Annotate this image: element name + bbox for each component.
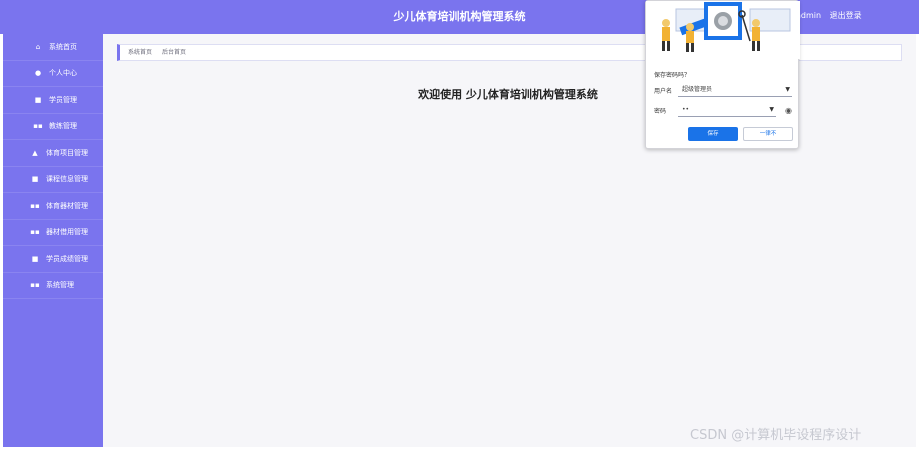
sidebar-item-grades[interactable]: ■ 学员成绩管理 xyxy=(3,246,103,273)
sidebar-item-courses[interactable]: ■ 课程信息管理 xyxy=(3,167,103,193)
sidebar-item-students[interactable]: ■ 学员管理 xyxy=(3,87,103,114)
sidebar-item-system[interactable]: ▪▪ 系统管理 xyxy=(3,273,103,299)
username-label: 用户名 xyxy=(654,87,673,95)
password-label: 密码 xyxy=(654,107,667,115)
sidebar-item-label: 学员管理 xyxy=(49,95,77,104)
user-icon: ● xyxy=(34,69,42,78)
username-value: 超级管理员 xyxy=(682,86,713,93)
sidebar-item-label: 个人中心 xyxy=(49,69,77,78)
popup-buttons: 保存 一律不 xyxy=(688,127,793,141)
sidebar-item-label: 学员成绩管理 xyxy=(46,254,88,263)
sidebar-item-sports[interactable]: ▲ 体育项目管理 xyxy=(3,140,103,167)
watermark: CSDN @计算机毕设程序设计 xyxy=(690,428,862,443)
sidebar-item-home[interactable]: ⌂ 系统首页 xyxy=(3,34,103,61)
user-area: admin 退出登录 xyxy=(796,10,868,21)
sidebar-item-label: 体育器材管理 xyxy=(46,201,88,210)
sidebar-item-label: 系统管理 xyxy=(46,281,74,290)
password-value: •• xyxy=(682,106,690,113)
sidebar-item-label: 器材借用管理 xyxy=(46,228,88,237)
sidebar-item-label: 课程信息管理 xyxy=(46,175,88,184)
sidebar-item-borrowing[interactable]: ▪▪ 器材借用管理 xyxy=(3,220,103,246)
username-select[interactable]: 超级管理员 ▼ xyxy=(678,83,792,97)
shield-icon: ■ xyxy=(34,95,42,104)
breadcrumb-home[interactable]: 系统首页 xyxy=(128,49,152,56)
grid-icon: ▪▪ xyxy=(30,228,40,237)
grid-icon: ▪▪ xyxy=(30,201,40,210)
shield-icon: ■ xyxy=(31,254,39,263)
sidebar-item-profile[interactable]: ● 个人中心 xyxy=(3,61,103,87)
password-illustration xyxy=(646,1,800,59)
sidebar-item-equipment[interactable]: ▪▪ 体育器材管理 xyxy=(3,193,103,220)
eye-icon[interactable]: ◉ xyxy=(776,106,792,115)
never-button[interactable]: 一律不 xyxy=(743,127,793,141)
save-password-prompt: 保存密码吗？ xyxy=(654,72,691,79)
chevron-down-icon[interactable]: ▼ xyxy=(785,83,790,96)
breadcrumb-current: 后台首页 xyxy=(161,49,186,56)
house-icon: ▲ xyxy=(32,148,38,157)
sidebar: ⌂ 系统首页 ● 个人中心 ■ 学员管理 ▪▪ 教练管理 ▲ 体育项目管理 ■ … xyxy=(3,34,103,447)
sidebar-item-label: 系统首页 xyxy=(49,42,77,51)
grid-icon: ▪▪ xyxy=(33,122,43,131)
grid-icon: ▪▪ xyxy=(30,281,40,290)
password-row: 密码 •• ▼ ◉ xyxy=(654,103,792,117)
save-password-popup: 保存密码吗？ 用户名 超级管理员 ▼ 密码 •• ▼ ◉ 保存 一律不 xyxy=(645,0,800,149)
save-button[interactable]: 保存 xyxy=(688,127,738,141)
home-icon: ⌂ xyxy=(35,42,41,51)
chevron-down-icon[interactable]: ▼ xyxy=(769,103,774,116)
file-icon: ■ xyxy=(31,175,39,184)
username-row: 用户名 超级管理员 ▼ xyxy=(654,83,792,97)
sidebar-item-label: 体育项目管理 xyxy=(46,148,88,157)
sidebar-item-label: 教练管理 xyxy=(49,122,77,131)
sidebar-item-coaches[interactable]: ▪▪ 教练管理 xyxy=(3,114,103,140)
logout-link[interactable]: 退出登录 xyxy=(830,11,862,20)
password-field[interactable]: •• ▼ xyxy=(678,103,776,117)
